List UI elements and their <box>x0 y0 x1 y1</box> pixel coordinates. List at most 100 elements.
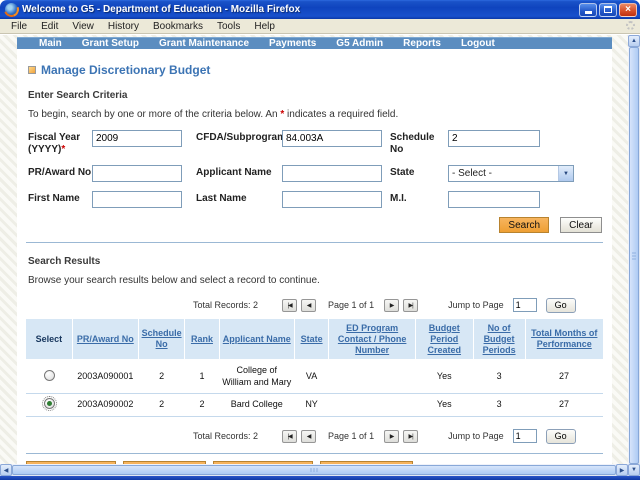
cell-state: VA <box>294 360 329 394</box>
nav-reports[interactable]: Reports <box>393 38 451 49</box>
row-select-radio[interactable] <box>43 369 55 381</box>
cell-budget-created: Yes <box>415 360 474 394</box>
fiscal-year-label: Fiscal Year (YYYY)* <box>28 132 81 155</box>
cell-months: 27 <box>525 393 603 418</box>
table-header-row: Select PR/Award No Schedule No Rank Appl… <box>26 319 603 362</box>
last-name-input[interactable] <box>282 191 382 208</box>
col-applicant-name[interactable]: Applicant Name <box>219 319 295 362</box>
first-page-button[interactable]: |◀ <box>282 429 298 443</box>
cell-schedule: 2 <box>138 393 185 418</box>
jump-to-page-input[interactable] <box>512 429 537 444</box>
nav-payments[interactable]: Payments <box>259 38 326 49</box>
nav-main[interactable]: Main <box>29 38 72 49</box>
menu-bookmarks[interactable]: Bookmarks <box>146 21 210 32</box>
restore-button[interactable] <box>599 2 617 17</box>
jump-to-page-input[interactable] <box>512 298 537 312</box>
menu-edit[interactable]: Edit <box>34 21 65 32</box>
applicant-name-label: Applicant Name <box>196 167 272 178</box>
table-row: 2003A090002 2 2 Bard College NY Yes 3 27 <box>26 393 603 418</box>
scroll-up-icon[interactable]: ▲ <box>628 35 640 47</box>
col-no-of-budget-periods[interactable]: No of Budget Periods <box>473 319 526 362</box>
horizontal-scrollbar[interactable]: ◀ ▶ <box>0 464 628 476</box>
chevron-down-icon[interactable]: ▼ <box>558 166 573 181</box>
restore-icon <box>604 6 612 13</box>
first-name-label: First Name <box>28 193 80 204</box>
pagination-top: Total Records: 2 |◀ ◀ Page 1 of 1 ▶ ▶| J… <box>25 297 604 313</box>
cfda-label: CFDA/Subprogram* <box>196 132 290 143</box>
row-select-radio[interactable] <box>41 395 57 411</box>
col-rank[interactable]: Rank <box>184 319 220 362</box>
prev-page-button[interactable]: ◀ <box>301 298 317 312</box>
nav-grant-maintenance[interactable]: Grant Maintenance <box>149 38 259 49</box>
cell-ed-contact <box>328 393 416 418</box>
first-page-button[interactable]: |◀ <box>282 298 298 312</box>
schedule-no-input[interactable] <box>448 130 540 147</box>
close-button[interactable]: × <box>619 2 637 17</box>
cell-budget-periods: 3 <box>473 393 526 418</box>
page-indicator: Page 1 of 1 <box>328 431 375 442</box>
pr-award-label: PR/Award No <box>28 167 92 178</box>
window-bottom-border <box>0 476 640 480</box>
cfda-input[interactable] <box>282 130 382 147</box>
last-name-label: Last Name <box>196 193 247 204</box>
menu-help[interactable]: Help <box>247 21 282 32</box>
col-total-months[interactable]: Total Months of Performance <box>525 319 603 362</box>
window-titlebar[interactable]: Welcome to G5 - Department of Education … <box>0 0 640 19</box>
cell-rank: 2 <box>184 393 220 418</box>
search-criteria-heading: Enter Search Criteria <box>28 90 128 101</box>
minimize-button[interactable] <box>579 2 597 17</box>
horizontal-scroll-thumb[interactable] <box>12 465 616 475</box>
mi-label: M.I. <box>390 193 407 204</box>
vertical-scrollbar[interactable]: ▲ ▼ <box>628 35 640 476</box>
vertical-scroll-thumb[interactable] <box>629 47 639 464</box>
jump-to-page-label: Jump to Page <box>448 431 504 442</box>
nav-logout[interactable]: Logout <box>451 38 505 49</box>
menu-history[interactable]: History <box>101 21 146 32</box>
applicant-name-input[interactable] <box>282 165 382 182</box>
col-ed-program-contact[interactable]: ED Program Contact / Phone Number <box>328 319 416 362</box>
throbber-icon <box>626 21 635 30</box>
next-page-button[interactable]: ▶ <box>384 429 400 443</box>
cell-budget-periods: 3 <box>473 360 526 394</box>
cell-applicant: Bard College <box>219 393 295 418</box>
col-state[interactable]: State <box>294 319 330 362</box>
last-page-button[interactable]: ▶| <box>403 429 419 443</box>
last-page-button[interactable]: ▶| <box>403 298 419 312</box>
clear-button[interactable]: Clear <box>560 217 602 233</box>
browser-viewport: G 5 Empowering the grant community. Main… <box>0 35 628 464</box>
nav-g5-admin[interactable]: G5 Admin <box>326 38 393 49</box>
next-page-button[interactable]: ▶ <box>384 298 400 312</box>
pr-award-input[interactable] <box>92 165 182 182</box>
col-select: Select <box>26 319 73 362</box>
nav-grant-setup[interactable]: Grant Setup <box>72 38 149 49</box>
col-schedule-no[interactable]: Schedule No <box>138 319 186 362</box>
menu-tools[interactable]: Tools <box>210 21 247 32</box>
cell-pr-award: 2003A090001 <box>72 360 139 394</box>
cell-rank: 1 <box>184 360 220 394</box>
cell-months: 27 <box>525 360 603 394</box>
jump-to-page-label: Jump to Page <box>448 300 504 310</box>
first-name-input[interactable] <box>92 191 182 208</box>
state-select[interactable]: - Select - ▼ <box>448 165 574 182</box>
schedule-no-label: Schedule No <box>390 132 435 155</box>
minimize-icon <box>584 10 592 14</box>
go-button[interactable]: Go <box>545 428 576 444</box>
col-budget-period-created[interactable]: Budget Period Created <box>415 319 474 362</box>
results-instructions: Browse your search results below and sel… <box>28 275 320 286</box>
search-button[interactable]: Search <box>499 217 550 233</box>
fiscal-year-input[interactable] <box>92 130 182 147</box>
scroll-left-icon[interactable]: ◀ <box>0 464 12 476</box>
menu-view[interactable]: View <box>65 21 101 32</box>
close-icon: × <box>625 3 631 15</box>
scroll-right-icon[interactable]: ▶ <box>616 464 628 476</box>
col-pr-award[interactable]: PR/Award No <box>72 319 140 362</box>
pagination-bottom: Total Records: 2 |◀ ◀ Page 1 of 1 ▶ ▶| J… <box>25 428 604 444</box>
menu-file[interactable]: File <box>4 21 34 32</box>
mi-input[interactable] <box>448 191 540 208</box>
go-button[interactable]: Go <box>545 297 576 313</box>
prev-page-button[interactable]: ◀ <box>301 429 317 443</box>
total-records: Total Records: 2 <box>193 300 259 310</box>
cell-state: NY <box>294 393 329 418</box>
state-select-value: - Select - <box>452 168 493 179</box>
scroll-down-icon[interactable]: ▼ <box>628 464 640 476</box>
